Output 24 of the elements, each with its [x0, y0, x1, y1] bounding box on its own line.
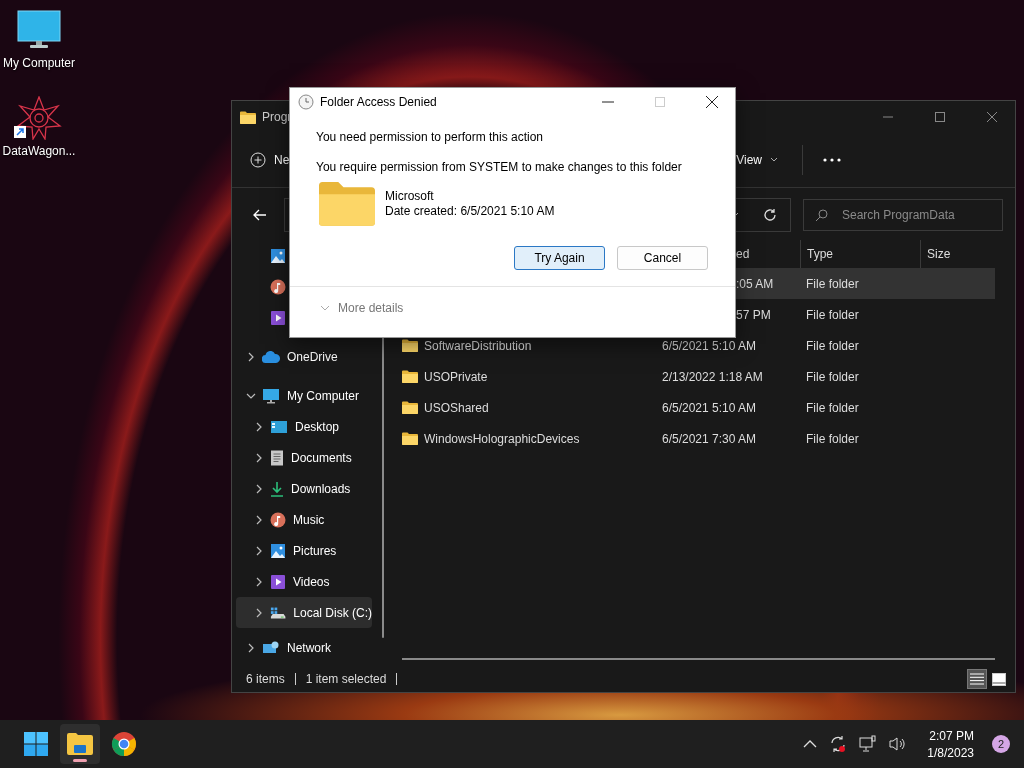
- type-cell-text: File folder: [805, 400, 860, 415]
- type-cell-text: File folder: [805, 431, 860, 446]
- dialog-message: You require permission from SYSTEM to make changes to this folder: [316, 160, 683, 174]
- window-title: Progr: [262, 110, 292, 124]
- date-cell-text: 57 PM: [735, 307, 772, 322]
- date-cell-text: 6/5/2021 5:10 AM: [661, 338, 758, 353]
- type-cell-text: File folder: [805, 338, 860, 353]
- date-cell-text: 6/5/2021 7:30 AM: [661, 431, 758, 446]
- file-name: USOPrivate: [424, 369, 488, 384]
- type-cell-text: File folder: [805, 369, 860, 384]
- type-cell-text: File folder: [805, 276, 860, 291]
- folder-date: Date created: 6/5/2021 5:10 AM: [385, 203, 555, 218]
- date-cell-text: 2/13/2022 1:18 AM: [661, 369, 764, 384]
- dialog-title: Folder Access Denied: [320, 95, 437, 109]
- date-cell-text: 6/5/2021 5:10 AM: [661, 400, 758, 415]
- item-count: 6 items: [246, 672, 285, 686]
- date-cell-text: :05 AM: [735, 276, 775, 291]
- dialog-heading: You need permission to perform this action: [316, 130, 544, 146]
- folder-name: Microsoft: [385, 188, 435, 203]
- type-cell-text: File folder: [805, 307, 860, 322]
- selection-count: 1 item selected: [305, 672, 387, 686]
- file-name: USOShared: [424, 400, 489, 415]
- file-name: WindowsHolographicDevices: [424, 431, 580, 446]
- file-name: SoftwareDistribution: [424, 338, 532, 353]
